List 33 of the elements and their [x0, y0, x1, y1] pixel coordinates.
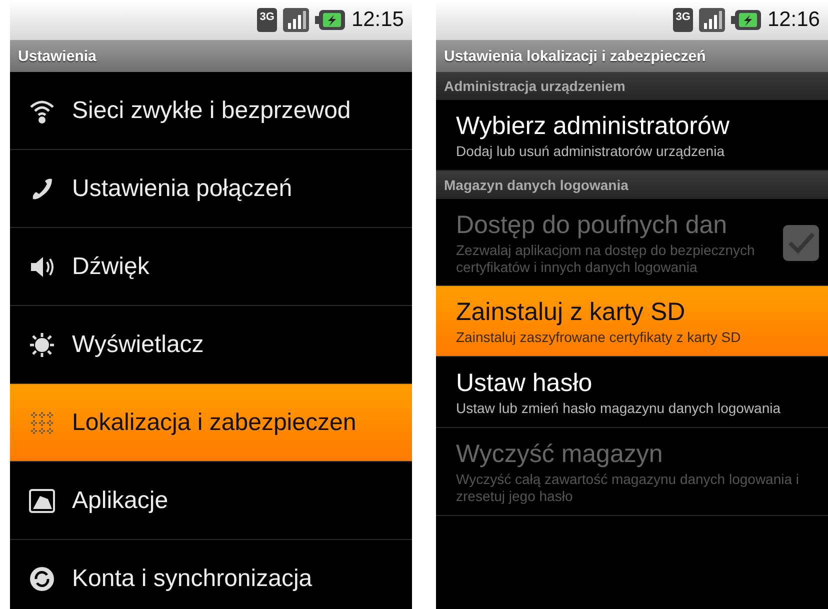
- setting-summary: Ustaw lub zmień hasło magazynu danych logowania: [456, 400, 782, 417]
- signal-icon: [699, 8, 726, 32]
- clock: 12:16: [767, 8, 820, 32]
- setting-title: Dostęp do poufnych dan: [456, 210, 728, 240]
- setting-title: Ustaw hasło: [456, 369, 594, 398]
- menu-item[interactable]: Lokalizacja i zabezpieczen: [10, 384, 412, 462]
- menu-item[interactable]: Sieci zwykłe i bezprzewod: [10, 72, 412, 150]
- section-header: Magazyn danych logowania: [436, 170, 828, 199]
- setting-summary: Zezwalaj aplikacjom na dostęp do bezpiecznych certyfikatów i innych danych logowania: [456, 242, 756, 276]
- section-header: Administracja urządzeniem: [436, 72, 828, 100]
- network-badge: 3G: [256, 8, 278, 32]
- settings-item[interactable]: Ustaw hasło Ustaw lub zmień hasło magazynu danych logowania: [436, 357, 828, 428]
- setting-title: Wybierz administratorów: [456, 112, 730, 141]
- signal-icon: [283, 8, 310, 32]
- brightness-icon: [28, 330, 56, 358]
- sync-icon: [28, 564, 56, 592]
- app-box-icon: [28, 486, 56, 514]
- screen-title: Ustawienia: [10, 40, 412, 72]
- setting-title: Zainstaluj z karty SD: [456, 298, 686, 328]
- setting-summary: Wyczyść całą zawartość magazynu danych logowania i zresetuj jego hasło: [456, 470, 800, 505]
- menu-item[interactable]: Dźwięk: [10, 228, 412, 306]
- menu-item[interactable]: Ustawienia połączeń: [10, 150, 412, 228]
- menu-item[interactable]: Aplikacje: [10, 462, 412, 540]
- setting-summary: Zainstaluj zaszyfrowane certyfikaty z karty SD: [456, 329, 742, 346]
- menu-item[interactable]: Konta i synchronizacja: [10, 540, 412, 609]
- setting-title: Wyczyść magazyn: [456, 440, 664, 469]
- battery-icon: [315, 10, 346, 30]
- setting-summary: Dodaj lub usuń administratorów urządzenia: [456, 143, 726, 160]
- clock: 12:15: [351, 8, 404, 32]
- settings-item[interactable]: Zainstaluj z karty SD Zainstaluj zaszyfrowane certyfikaty z karty SD: [436, 286, 828, 358]
- screen-title: Ustawienia lokalizacji i zabezpieczeń: [436, 40, 828, 72]
- battery-icon: [731, 10, 762, 30]
- network-badge: 3G: [672, 8, 694, 32]
